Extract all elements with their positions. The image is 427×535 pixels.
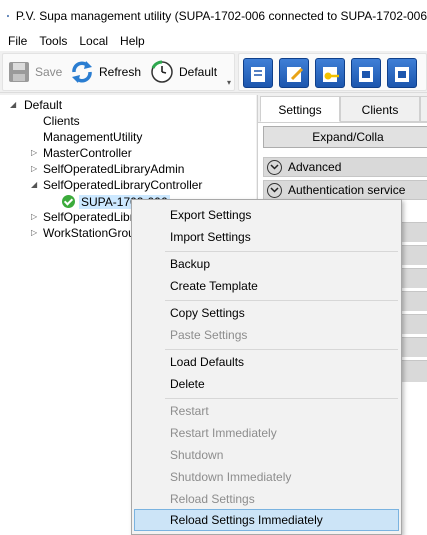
module-icon[interactable] bbox=[351, 58, 381, 88]
context-menu: Export Settings Import Settings Backup C… bbox=[131, 199, 402, 535]
menu-bar: File Tools Local Help bbox=[0, 31, 427, 51]
tree-node-managementutility[interactable]: ManagementUtility bbox=[43, 129, 142, 145]
default-label: Default bbox=[179, 65, 218, 79]
tab-clients[interactable]: Clients bbox=[340, 96, 420, 122]
window-title: P.V. Supa management utility (SUPA-1702-… bbox=[15, 8, 427, 23]
expanded-arrow-icon[interactable]: ◢ bbox=[10, 100, 16, 109]
collapsed-arrow-icon[interactable]: ▷ bbox=[31, 228, 37, 237]
collapsed-arrow-icon[interactable]: ▷ bbox=[31, 148, 37, 157]
tree-node-selfoperatedlibrarycontroller[interactable]: SelfOperatedLibraryController bbox=[43, 177, 202, 193]
settings-icon[interactable] bbox=[243, 58, 273, 88]
tab-overflow[interactable] bbox=[420, 96, 427, 122]
save-label: Save bbox=[35, 65, 63, 79]
refresh-button[interactable]: Refresh bbox=[69, 59, 141, 85]
chevron-down-icon bbox=[267, 159, 282, 175]
app-icon bbox=[7, 14, 9, 17]
expanded-arrow-icon[interactable]: ◢ bbox=[31, 180, 37, 189]
menu-tools[interactable]: Tools bbox=[33, 34, 73, 48]
tree-node-selfoperatedlibraryadmin[interactable]: SelfOperatedLibraryAdmin bbox=[43, 161, 184, 177]
check-icon bbox=[62, 195, 75, 208]
menu-import-settings[interactable]: Import Settings bbox=[134, 226, 399, 248]
menu-create-template[interactable]: Create Template bbox=[134, 275, 399, 297]
menu-paste-settings[interactable]: Paste Settings bbox=[134, 324, 399, 346]
tree-node-mastercontroller[interactable]: MasterController bbox=[43, 145, 132, 161]
menu-local[interactable]: Local bbox=[73, 34, 114, 48]
menu-separator bbox=[165, 300, 398, 301]
menu-copy-settings[interactable]: Copy Settings bbox=[134, 302, 399, 324]
group-advanced-label: Advanced bbox=[288, 160, 342, 174]
menu-restart-immediately[interactable]: Restart Immediately bbox=[134, 422, 399, 444]
menu-export-settings[interactable]: Export Settings bbox=[134, 204, 399, 226]
menu-load-defaults[interactable]: Load Defaults bbox=[134, 351, 399, 373]
default-button[interactable]: Default bbox=[149, 59, 217, 85]
menu-restart[interactable]: Restart bbox=[134, 400, 399, 422]
group-authentication-label: Authentication service bbox=[288, 183, 406, 197]
save-icon bbox=[9, 62, 29, 82]
refresh-icon bbox=[72, 61, 92, 83]
menu-delete[interactable]: Delete bbox=[134, 373, 399, 395]
menu-shutdown[interactable]: Shutdown bbox=[134, 444, 399, 466]
group-authentication-service[interactable]: Authentication service bbox=[263, 180, 427, 200]
clock-reset-icon bbox=[151, 60, 173, 83]
menu-shutdown-immediately[interactable]: Shutdown Immediately bbox=[134, 466, 399, 488]
toolbar: Save Refresh Default ▾ bbox=[0, 51, 427, 93]
key-icon[interactable] bbox=[315, 58, 345, 88]
menu-separator bbox=[165, 251, 398, 252]
tree-node-workstationgroup[interactable]: WorkStationGrou bbox=[43, 225, 135, 241]
collapsed-arrow-icon[interactable]: ▷ bbox=[31, 164, 37, 173]
group-advanced[interactable]: Advanced bbox=[263, 157, 427, 177]
module-icon-2[interactable] bbox=[387, 58, 417, 88]
menu-backup[interactable]: Backup bbox=[134, 253, 399, 275]
menu-separator bbox=[165, 398, 398, 399]
menu-file[interactable]: File bbox=[0, 34, 33, 48]
menu-help[interactable]: Help bbox=[114, 34, 151, 48]
tree-node-default[interactable]: Default bbox=[24, 97, 62, 113]
toolbar-group-main: Save Refresh Default ▾ bbox=[2, 53, 235, 91]
toolbar-overflow-icon[interactable]: ▾ bbox=[227, 78, 231, 87]
chevron-down-icon bbox=[267, 182, 282, 198]
collapsed-arrow-icon[interactable]: ▷ bbox=[31, 212, 37, 221]
menu-reload-settings[interactable]: Reload Settings bbox=[134, 488, 399, 510]
refresh-label: Refresh bbox=[99, 65, 142, 79]
menu-reload-settings-immediately[interactable]: Reload Settings Immediately bbox=[134, 509, 399, 531]
title-bar: P.V. Supa management utility (SUPA-1702-… bbox=[0, 0, 427, 31]
tree-node-selfoperatedlibr[interactable]: SelfOperatedLibr bbox=[43, 209, 134, 225]
save-button[interactable]: Save bbox=[7, 59, 62, 85]
toolbar-group-modules bbox=[238, 53, 427, 91]
edit-icon[interactable] bbox=[279, 58, 309, 88]
expand-collapse-button[interactable]: Expand/Colla bbox=[263, 126, 427, 148]
tab-settings[interactable]: Settings bbox=[260, 96, 340, 122]
tree-node-clients[interactable]: Clients bbox=[43, 113, 80, 129]
menu-separator bbox=[165, 349, 398, 350]
